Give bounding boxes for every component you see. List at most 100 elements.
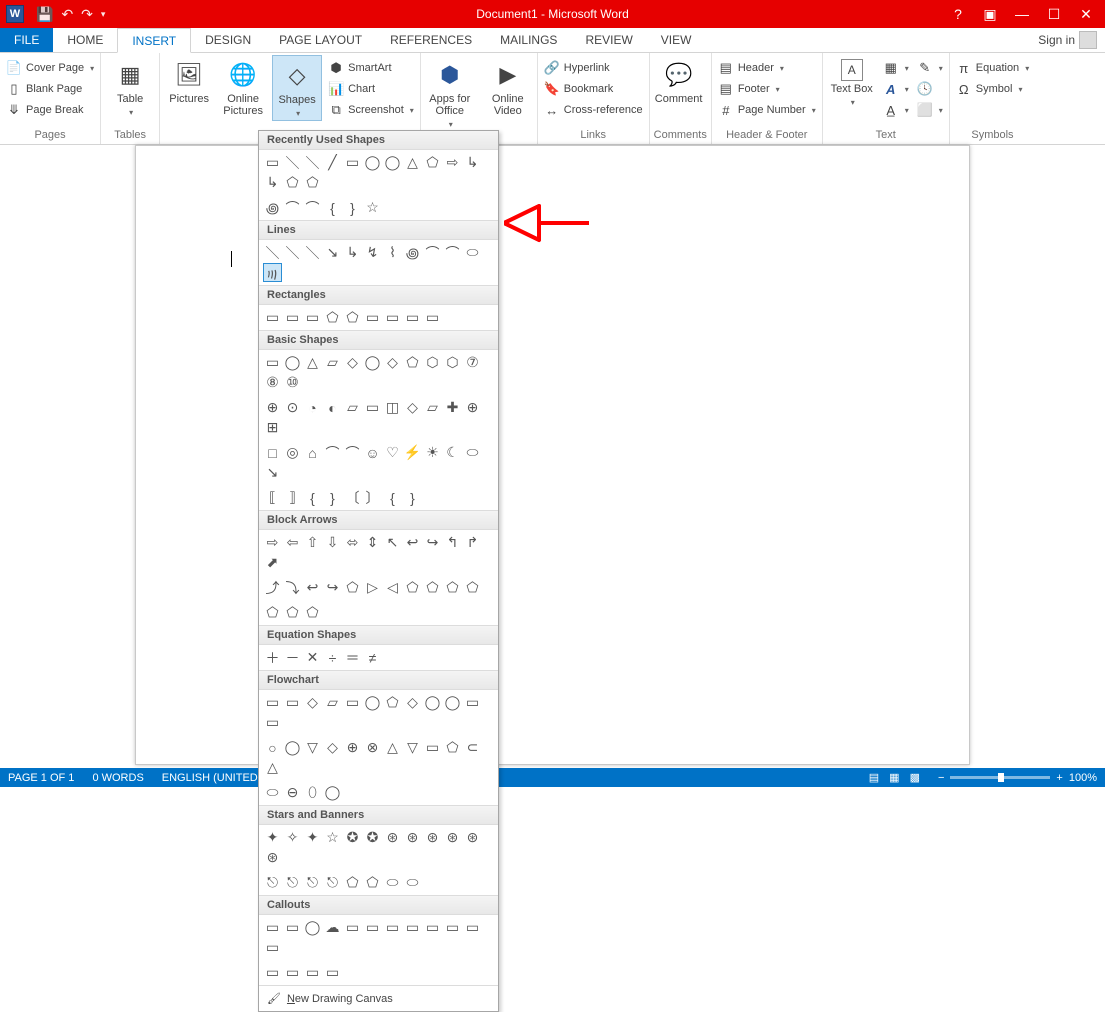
shape-item[interactable]: △ [383, 738, 402, 757]
signature-line-button[interactable]: ✎ [915, 59, 945, 77]
shape-item[interactable]: ↩ [303, 578, 322, 597]
shape-item[interactable]: ▱ [343, 398, 362, 417]
shape-item[interactable]: ⬠ [303, 173, 322, 192]
print-layout-icon[interactable]: ▦ [889, 771, 899, 784]
shape-item[interactable]: ⬠ [343, 578, 362, 597]
shape-item[interactable]: { [383, 488, 402, 507]
shape-item[interactable]: ◯ [323, 783, 342, 802]
shape-item[interactable]: ⊛ [423, 828, 442, 847]
apps-button[interactable]: ⬢Apps for Office [425, 55, 475, 131]
shape-item[interactable]: ⌒ [303, 198, 322, 217]
shape-item[interactable]: ▱ [423, 398, 442, 417]
shape-item[interactable]: ▭ [263, 153, 282, 172]
shape-item[interactable]: □ [263, 443, 282, 462]
shape-item[interactable]: ☀ [423, 443, 442, 462]
shape-item[interactable]: ＝ [343, 648, 362, 667]
shape-item[interactable]: ▭ [303, 963, 322, 982]
shape-item[interactable]: ꩜ [403, 243, 422, 262]
shape-item[interactable]: ꩟ [263, 263, 282, 282]
shape-item[interactable]: ◁ [383, 578, 402, 597]
shape-item[interactable]: ⑦ [463, 353, 482, 372]
shape-item[interactable]: ▭ [343, 918, 362, 937]
shape-item[interactable]: ▭ [283, 963, 302, 982]
shape-item[interactable]: △ [303, 353, 322, 372]
shape-item[interactable]: ↖ [383, 533, 402, 552]
shape-item[interactable]: ✪ [363, 828, 382, 847]
shape-item[interactable]: ⚡ [403, 443, 422, 462]
shape-item[interactable]: ◇ [383, 353, 402, 372]
help-icon[interactable]: ? [949, 6, 967, 23]
shape-item[interactable]: ⬠ [423, 153, 442, 172]
shape-item[interactable]: ⬠ [443, 738, 462, 757]
shape-item[interactable]: ⇨ [443, 153, 462, 172]
shape-item[interactable]: ♡ [383, 443, 402, 462]
object-button[interactable]: ⬜ [915, 101, 945, 119]
shape-item[interactable]: ◐ [323, 398, 342, 417]
shape-item[interactable]: ⎋ [263, 873, 282, 892]
shape-item[interactable]: ◫ [383, 398, 402, 417]
online-pictures-button[interactable]: 🌐Online Pictures [218, 55, 268, 117]
shape-item[interactable]: ⌒ [423, 243, 442, 262]
shape-item[interactable]: ⎋ [283, 873, 302, 892]
shape-item[interactable]: ◇ [403, 398, 422, 417]
tab-home[interactable]: HOME [53, 28, 117, 52]
shape-item[interactable]: ◇ [303, 693, 322, 712]
shape-item[interactable]: ▭ [283, 918, 302, 937]
shape-item[interactable]: △ [263, 758, 282, 777]
shape-item[interactable]: 〔 [343, 488, 362, 507]
bookmark-button[interactable]: 🔖Bookmark [542, 80, 645, 98]
shape-item[interactable]: ⟦ [263, 488, 282, 507]
shape-item[interactable]: ▭ [303, 308, 322, 327]
text-box-button[interactable]: AText Box [827, 55, 877, 109]
shape-item[interactable]: ⇨ [263, 533, 282, 552]
tab-review[interactable]: REVIEW [571, 28, 646, 52]
shape-item[interactable]: ▭ [403, 918, 422, 937]
zoom-slider[interactable] [950, 776, 1050, 779]
date-time-button[interactable]: 🕓 [915, 80, 945, 98]
shape-item[interactable]: ▭ [463, 693, 482, 712]
shape-item[interactable]: ▭ [403, 308, 422, 327]
shape-item[interactable]: ⤵ [283, 578, 302, 597]
online-video-button[interactable]: ▶Online Video [483, 55, 533, 117]
shape-item[interactable]: ⊛ [463, 828, 482, 847]
shape-item[interactable]: ⬠ [343, 873, 362, 892]
shape-item[interactable]: ⊕ [343, 738, 362, 757]
shape-item[interactable]: ÷ [323, 648, 342, 667]
shape-item[interactable]: ☁ [323, 918, 342, 937]
shape-item[interactable]: ✦ [263, 828, 282, 847]
shape-item[interactable]: ◯ [363, 353, 382, 372]
shape-item[interactable]: ⑧ [263, 373, 282, 392]
shape-item[interactable]: ✚ [443, 398, 462, 417]
shape-item[interactable]: ⇦ [283, 533, 302, 552]
shape-item[interactable]: ⑩ [283, 373, 302, 392]
shape-item[interactable]: ⬈ [263, 553, 282, 572]
ribbon-display-icon[interactable]: ▣ [981, 6, 999, 23]
close-icon[interactable]: ✕ [1077, 6, 1095, 23]
shape-item[interactable]: ⬄ [343, 533, 362, 552]
shape-item[interactable]: ▭ [283, 693, 302, 712]
hyperlink-button[interactable]: 🔗Hyperlink [542, 59, 645, 77]
shape-item[interactable]: ⬠ [403, 578, 422, 597]
shape-item[interactable]: ↳ [263, 173, 282, 192]
shape-item[interactable]: ⊛ [403, 828, 422, 847]
shape-item[interactable]: ↱ [463, 533, 482, 552]
shape-item[interactable]: { [323, 198, 342, 217]
shape-item[interactable]: } [403, 488, 422, 507]
shape-item[interactable]: ▱ [323, 353, 342, 372]
shape-item[interactable]: ◯ [443, 693, 462, 712]
shape-item[interactable]: ⌒ [443, 243, 462, 262]
maximize-icon[interactable]: ☐ [1045, 6, 1063, 23]
shape-item[interactable]: ↰ [443, 533, 462, 552]
shape-item[interactable]: ⇕ [363, 533, 382, 552]
shape-item[interactable]: ▭ [363, 918, 382, 937]
shape-item[interactable]: ☺ [363, 443, 382, 462]
shape-item[interactable]: ⊙ [283, 398, 302, 417]
shape-item[interactable]: 〕 [363, 488, 382, 507]
shape-item[interactable]: ⌒ [323, 443, 342, 462]
shape-item[interactable]: ▭ [383, 918, 402, 937]
shape-item[interactable]: ▭ [263, 918, 282, 937]
drop-cap-button[interactable]: A̲ [881, 101, 911, 119]
shape-item[interactable]: ＋ [263, 648, 282, 667]
shape-item[interactable]: ↩ [403, 533, 422, 552]
shape-item[interactable]: ⬠ [423, 578, 442, 597]
